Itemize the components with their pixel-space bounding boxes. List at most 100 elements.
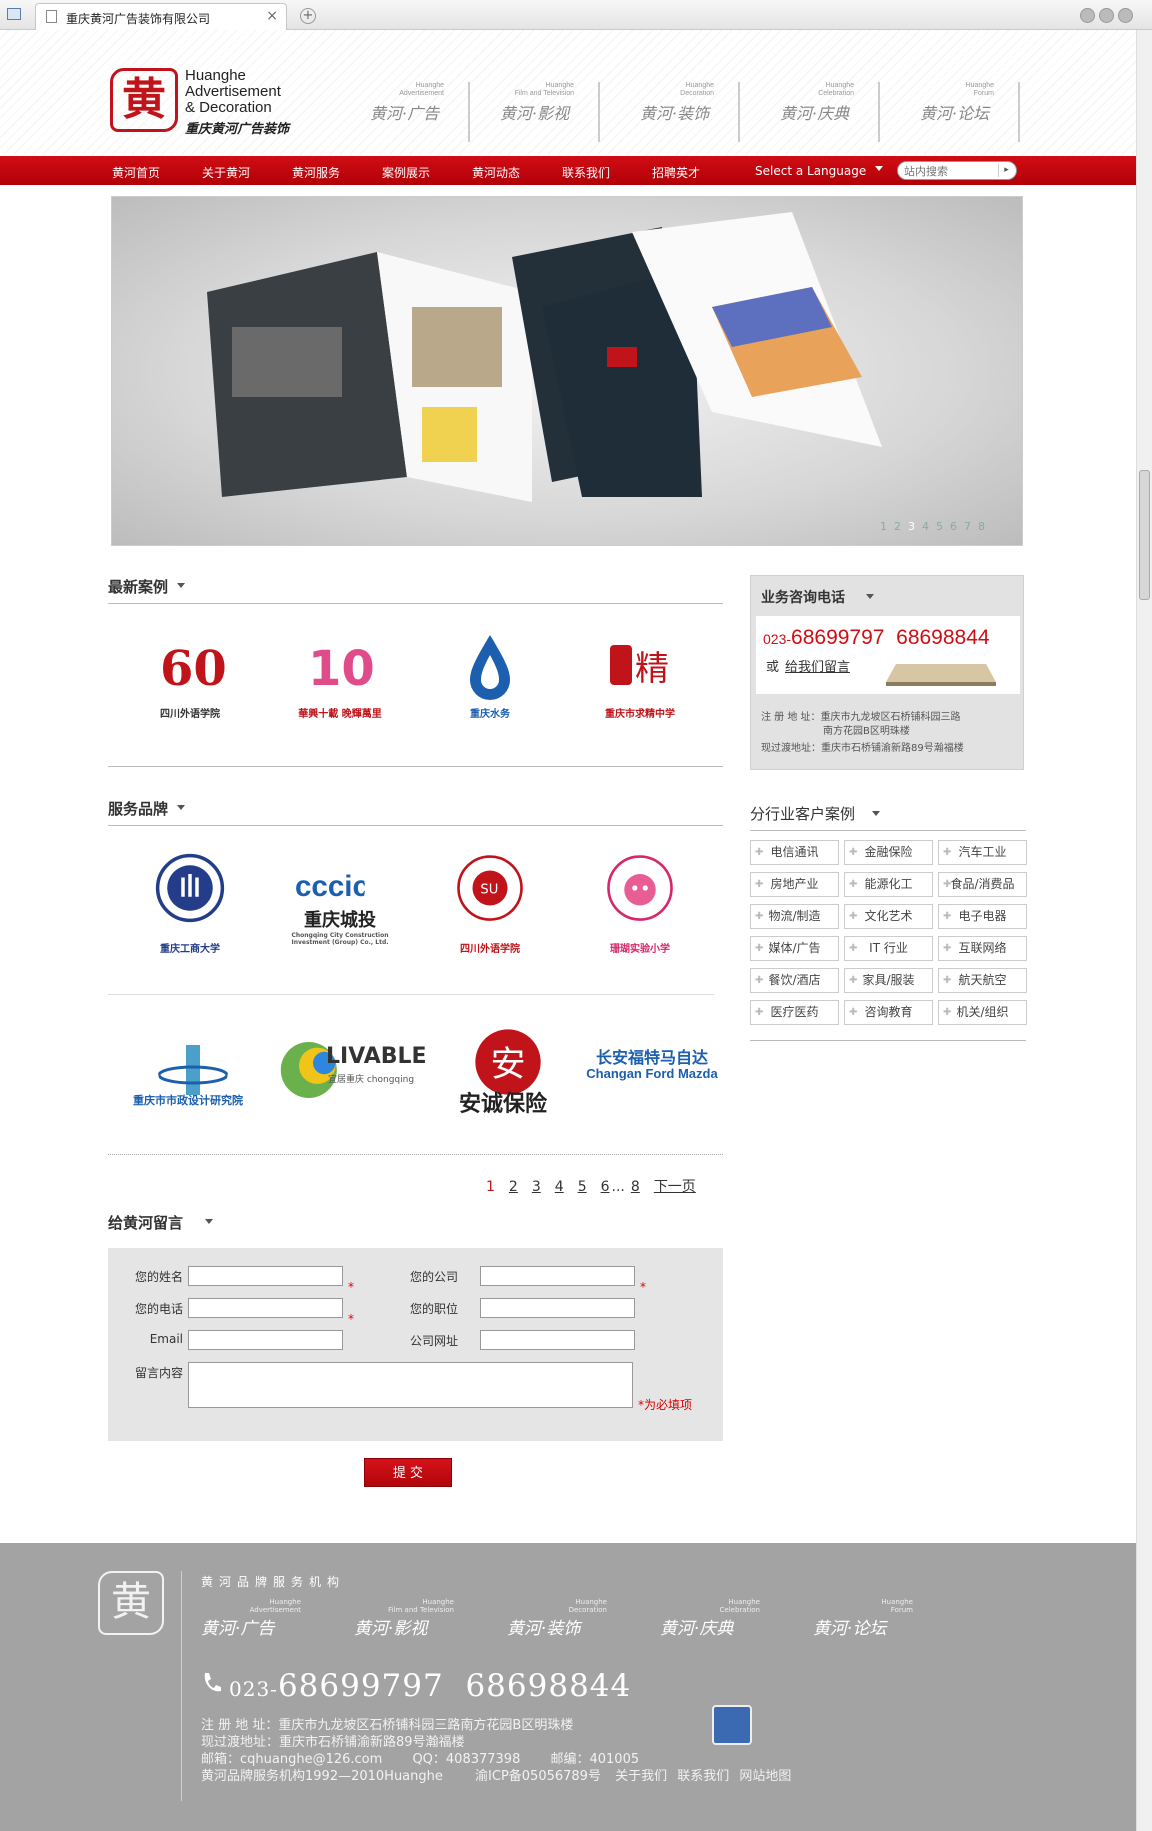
industry-item[interactable]: ✚ 餐饮/酒店 xyxy=(750,968,839,993)
page-link-current[interactable]: 1 xyxy=(486,1179,495,1195)
banner-pager[interactable]: 12345678 xyxy=(880,520,992,533)
subbrand-film[interactable]: Huanghe Film and Television 黄河·影视 xyxy=(470,82,600,142)
brand-logo-cccic[interactable]: cccic 重庆城投 Chongqing City Construction I… xyxy=(275,848,405,958)
industry-item[interactable]: ✚ 机关/组织 xyxy=(938,1000,1027,1025)
case-logo-huaxing[interactable]: 10 華興十載 晚輝萬里 xyxy=(275,625,405,735)
banner-page[interactable]: 1 xyxy=(880,520,894,533)
industry-item[interactable]: ✚ 电信通讯 xyxy=(750,840,839,865)
footer-subbrand[interactable]: Huanghe Decoration 黄河·装饰 xyxy=(507,1598,637,1639)
chevron-down-icon[interactable] xyxy=(872,811,880,816)
website-field[interactable] xyxy=(480,1330,635,1350)
vertical-scrollbar[interactable] xyxy=(1136,30,1152,1831)
company-field[interactable] xyxy=(480,1266,635,1286)
subbrand-advertisement[interactable]: Huanghe Advertisement 黄河·广告 xyxy=(340,82,470,142)
industry-item[interactable]: ✚ 航天航空 xyxy=(938,968,1027,993)
industry-item[interactable]: ✚ 物流/制造 xyxy=(750,904,839,929)
subbrand-decoration[interactable]: Huanghe Decoration 黄河·装饰 xyxy=(610,82,740,142)
new-tab-button[interactable]: + xyxy=(300,8,316,24)
close-window-button[interactable] xyxy=(1118,8,1133,23)
subbrand-forum[interactable]: Huanghe Forum 黄河·论坛 xyxy=(890,82,1020,142)
email-field[interactable] xyxy=(188,1330,343,1350)
footer-subbrand[interactable]: Huanghe Celebration 黄河·庆典 xyxy=(660,1598,790,1639)
language-select[interactable]: Select a Language xyxy=(755,164,866,178)
footer-logo-seal[interactable]: 黄 xyxy=(98,1571,164,1635)
brand-logo-sisu[interactable]: SU 四川外语学院 xyxy=(425,848,555,958)
industry-item[interactable]: ✚ 咨询教育 xyxy=(844,1000,933,1025)
brand-logo-ctbu[interactable]: 重庆工商大学 xyxy=(125,848,255,958)
case-logo-water[interactable]: 重庆水务 xyxy=(425,625,555,735)
brand-logo-shanhu[interactable]: 珊瑚实验小学 xyxy=(575,848,705,958)
nav-item-about[interactable]: 关于黄河 xyxy=(202,164,250,181)
industry-item[interactable]: ✚ 金融保险 xyxy=(844,840,933,865)
case-logo-qiujing[interactable]: 精 重庆市求精中学 xyxy=(575,625,705,735)
nav-item-news[interactable]: 黄河动态 xyxy=(472,164,520,181)
brand-logo-municipal[interactable]: 重庆市市政设计研究院 xyxy=(118,1030,258,1140)
page-link[interactable]: 5 xyxy=(578,1179,587,1195)
mascot-icon[interactable] xyxy=(712,1705,752,1745)
page-link[interactable]: 4 xyxy=(555,1179,564,1195)
industry-item[interactable]: ✚ 媒体/广告 xyxy=(750,936,839,961)
phone-field[interactable] xyxy=(188,1298,343,1318)
window-icon[interactable] xyxy=(7,8,21,20)
banner-page[interactable]: 5 xyxy=(936,520,950,533)
banner-page[interactable]: 3 xyxy=(908,520,922,533)
banner-page[interactable]: 2 xyxy=(894,520,908,533)
logo-english[interactable]: Huanghe Advertisement & Decoration xyxy=(185,68,281,116)
footer-contact-link[interactable]: 联系我们 xyxy=(677,1769,729,1784)
name-field[interactable] xyxy=(188,1266,343,1286)
nav-item-cases[interactable]: 案例展示 xyxy=(382,164,430,181)
footer-icp[interactable]: 渝ICP备05056789号 xyxy=(475,1769,601,1784)
industry-item[interactable]: ✚ 文化艺术 xyxy=(844,904,933,929)
brand-logo-livable[interactable]: LIVABLE 宜居重庆 chongqing xyxy=(278,1030,427,1140)
nav-item-home[interactable]: 黄河首页 xyxy=(112,164,160,181)
nav-item-services[interactable]: 黄河服务 xyxy=(292,164,340,181)
chevron-down-icon[interactable] xyxy=(177,583,185,588)
subbrand-celebration[interactable]: Huanghe Celebration 黄河·庆典 xyxy=(750,82,880,142)
hero-banner[interactable]: 12345678 xyxy=(111,196,1023,546)
banner-page[interactable]: 4 xyxy=(922,520,936,533)
industry-item[interactable]: ✚ 电子电器 xyxy=(938,904,1027,929)
footer-subbrand[interactable]: Huanghe Advertisement 黄河·广告 xyxy=(201,1598,331,1639)
footer-subbrand[interactable]: Huanghe Film and Television 黄河·影视 xyxy=(354,1598,484,1639)
brand-service-title[interactable]: 服务品牌 xyxy=(108,798,168,819)
latest-cases-title[interactable]: 最新案例 xyxy=(108,576,168,597)
banner-page[interactable]: 8 xyxy=(978,520,992,533)
industry-item[interactable]: ✚ 医疗医药 xyxy=(750,1000,839,1025)
leave-message-link[interactable]: 给我们留言 xyxy=(785,660,850,675)
page-link[interactable]: 6 xyxy=(601,1179,610,1195)
next-page-link[interactable]: 下一页 xyxy=(654,1176,696,1196)
search-input[interactable] xyxy=(904,164,994,178)
page-link-last[interactable]: 8 xyxy=(631,1179,640,1195)
page-link[interactable]: 3 xyxy=(532,1179,541,1195)
industry-item[interactable]: ✚ 能源化工 xyxy=(844,872,933,897)
chevron-down-icon[interactable] xyxy=(875,166,883,171)
chevron-down-icon[interactable] xyxy=(866,594,874,599)
industry-item[interactable]: ✚ 食品/消费品 xyxy=(938,872,1027,897)
industry-item[interactable]: ✚ 房地产业 xyxy=(750,872,839,897)
industry-item[interactable]: ✚ 互联网络 xyxy=(938,936,1027,961)
maximize-button[interactable] xyxy=(1099,8,1114,23)
scrollbar-thumb[interactable] xyxy=(1139,470,1150,600)
minimize-button[interactable] xyxy=(1080,8,1095,23)
footer-sitemap-link[interactable]: 网站地图 xyxy=(739,1769,791,1784)
brand-logo-changan[interactable]: 长安福特马自达 Changan Ford Mazda xyxy=(582,1044,722,1154)
browser-tab[interactable]: 重庆黄河广告装饰有限公司 × xyxy=(35,3,287,30)
case-logo-sisu[interactable]: 60 四川外语学院 xyxy=(125,625,255,735)
chevron-down-icon[interactable] xyxy=(205,1219,213,1224)
brand-logo-ancheng[interactable]: 安 安诚保险 xyxy=(438,1022,568,1132)
position-field[interactable] xyxy=(480,1298,635,1318)
content-field[interactable] xyxy=(188,1362,633,1408)
industry-item[interactable]: ✚ IT 行业 xyxy=(844,936,933,961)
submit-button[interactable]: 提 交 xyxy=(364,1458,452,1487)
banner-page[interactable]: 7 xyxy=(964,520,978,533)
logo-seal[interactable]: 黄 xyxy=(110,68,178,132)
footer-subbrand[interactable]: Huanghe Forum 黄河·论坛 xyxy=(813,1598,943,1639)
footer-about-link[interactable]: 关于我们 xyxy=(615,1769,667,1784)
industry-item[interactable]: ✚ 汽车工业 xyxy=(938,840,1027,865)
industry-item[interactable]: ✚ 家具/服装 xyxy=(844,968,933,993)
page-link[interactable]: 2 xyxy=(509,1179,518,1195)
close-tab-icon[interactable]: × xyxy=(266,8,278,24)
search-button[interactable]: ▸ xyxy=(998,164,1014,177)
chevron-down-icon[interactable] xyxy=(177,805,185,810)
nav-item-contact[interactable]: 联系我们 xyxy=(562,164,610,181)
